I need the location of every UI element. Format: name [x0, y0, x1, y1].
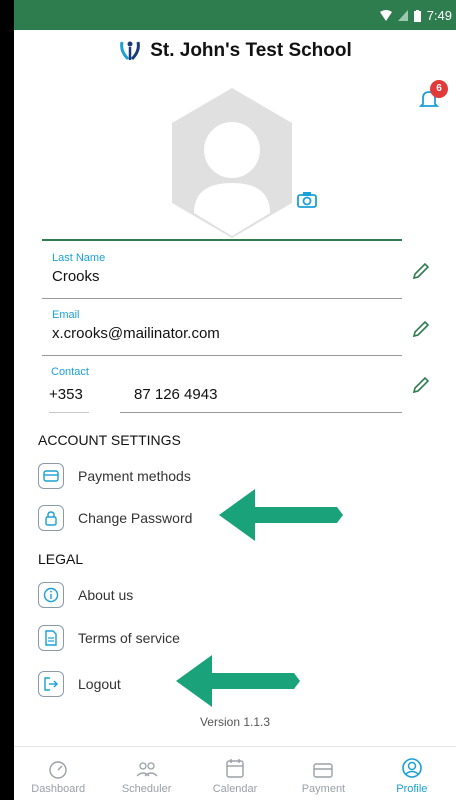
card-icon: [38, 463, 64, 489]
avatar-placeholder: [172, 88, 292, 238]
avatar-divider: [42, 239, 402, 241]
app-screen: 7:49 St. John's Test School 6 Last Name …: [14, 0, 456, 800]
account-settings-heading: ACCOUNT SETTINGS: [38, 432, 181, 448]
status-time: 7:49: [426, 8, 452, 23]
people-icon: [136, 762, 158, 777]
arrow-pointer-icon: [219, 489, 343, 541]
wifi-icon: [379, 10, 392, 21]
country-code-field[interactable]: +353: [49, 380, 89, 413]
email-field[interactable]: Email x.crooks@mailinator.com: [42, 309, 402, 356]
logout-label: Logout: [78, 676, 121, 692]
edit-last-name-icon[interactable]: [410, 260, 432, 282]
about-us-label: About us: [78, 587, 134, 603]
change-password-item[interactable]: Change Password: [38, 502, 192, 534]
avatar[interactable]: [172, 88, 319, 238]
tab-payment[interactable]: Payment: [279, 747, 367, 800]
change-password-label: Change Password: [78, 510, 193, 526]
signal-icon: [397, 10, 408, 21]
status-icons: 7:49: [379, 8, 452, 23]
app-header: St. John's Test School: [14, 30, 456, 72]
camera-icon[interactable]: [294, 188, 320, 212]
battery-icon: [413, 9, 421, 22]
edit-contact-icon[interactable]: [410, 374, 432, 396]
logout-item[interactable]: Logout: [38, 668, 121, 700]
school-logo-icon: [120, 41, 141, 61]
arrow-pointer-icon: [176, 655, 300, 707]
lock-icon: [38, 505, 64, 531]
payment-methods-label: Payment methods: [78, 468, 191, 484]
tab-profile-label: Profile: [396, 783, 428, 795]
last-name-field[interactable]: Last Name Crooks: [42, 252, 402, 299]
last-name-value: Crooks: [52, 268, 100, 285]
tab-calendar-label: Calendar: [212, 783, 258, 795]
email-label: Email: [52, 309, 80, 321]
tab-dashboard[interactable]: Dashboard: [14, 747, 102, 800]
payment-methods-item[interactable]: Payment methods: [38, 460, 191, 492]
school-name: St. John's Test School: [150, 40, 352, 61]
info-icon: [38, 582, 64, 608]
last-name-label: Last Name: [52, 252, 106, 264]
edit-email-icon[interactable]: [410, 318, 432, 340]
tab-payment-label: Payment: [301, 783, 346, 795]
tab-dashboard-label: Dashboard: [31, 783, 86, 795]
terms-of-service-label: Terms of service: [78, 630, 180, 646]
phone-number-field[interactable]: 87 126 4943: [120, 380, 402, 413]
contact-label: Contact: [51, 366, 89, 378]
terms-of-service-item[interactable]: Terms of service: [38, 622, 180, 654]
document-icon: [38, 625, 64, 651]
notification-button[interactable]: 6: [418, 80, 448, 110]
email-value: x.crooks@mailinator.com: [52, 325, 220, 342]
phone-number-value: 87 126 4943: [134, 386, 218, 403]
tab-scheduler-label: Scheduler: [121, 783, 172, 795]
bottom-tab-bar: Dashboard Scheduler Calendar Payment Pro…: [14, 746, 456, 800]
app-version: Version 1.1.3: [199, 715, 271, 729]
about-us-item[interactable]: About us: [38, 579, 133, 611]
notification-badge: 6: [430, 80, 448, 98]
legal-heading: LEGAL: [38, 551, 84, 567]
dashboard-icon: [49, 761, 67, 779]
tab-scheduler[interactable]: Scheduler: [102, 747, 190, 800]
tab-calendar[interactable]: Calendar: [191, 747, 279, 800]
country-code-value: +353: [49, 386, 83, 403]
tab-profile[interactable]: Profile: [368, 747, 456, 800]
status-bar: 7:49: [14, 0, 456, 30]
calendar-icon: [226, 759, 244, 778]
profile-icon: [402, 758, 422, 778]
logout-icon: [38, 671, 64, 697]
card-icon: [313, 763, 334, 778]
